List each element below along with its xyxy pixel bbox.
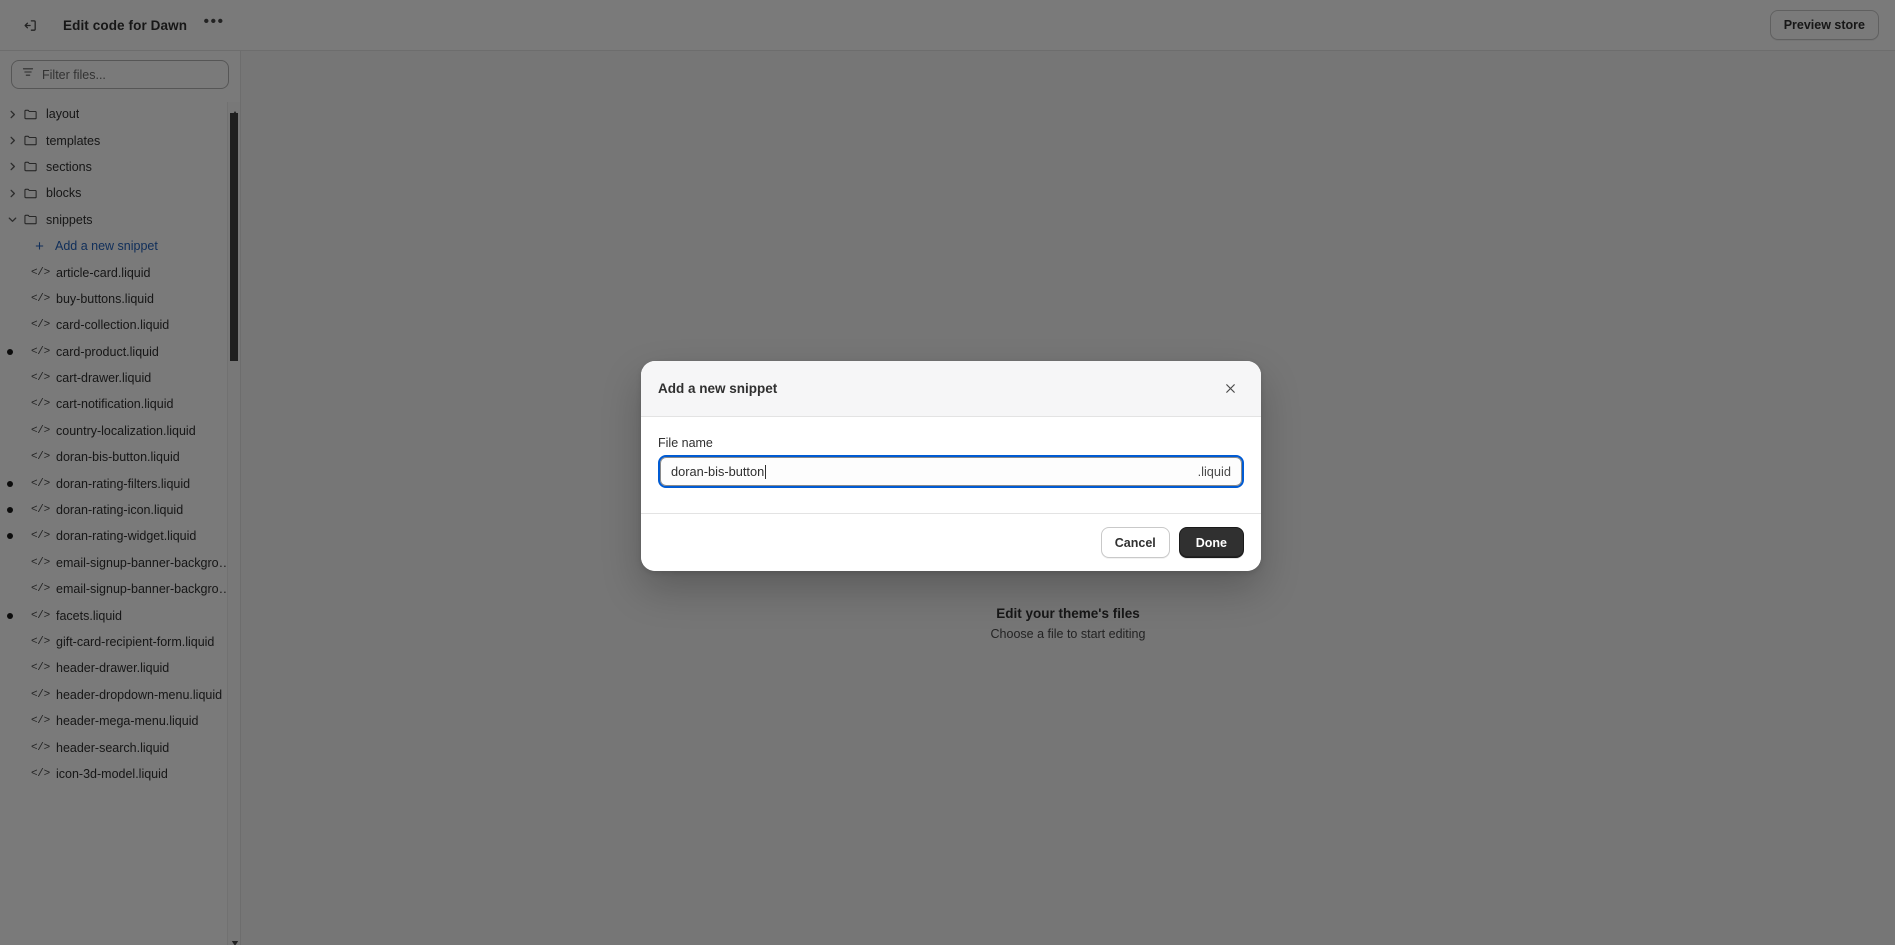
dialog-footer: Cancel Done — [641, 513, 1261, 571]
cancel-button[interactable]: Cancel — [1100, 527, 1170, 558]
dialog-body: File name doran-bis-button .liquid — [641, 417, 1261, 513]
text-caret — [765, 464, 767, 479]
done-button[interactable]: Done — [1178, 527, 1244, 558]
file-name-value[interactable]: doran-bis-button — [671, 464, 1198, 479]
file-name-label: File name — [658, 436, 713, 450]
file-name-text: doran-bis-button — [671, 464, 765, 479]
file-extension-suffix: .liquid — [1197, 464, 1231, 479]
add-new-snippet-dialog: Add a new snippet File name doran-bis-bu… — [641, 361, 1261, 571]
dialog-header: Add a new snippet — [641, 361, 1261, 417]
dialog-title: Add a new snippet — [658, 381, 778, 396]
theme-code-editor-app: Edit code for Dawn ••• Preview store lay… — [0, 0, 1895, 945]
close-icon[interactable] — [1216, 375, 1244, 403]
file-name-field[interactable]: doran-bis-button .liquid — [658, 455, 1244, 488]
